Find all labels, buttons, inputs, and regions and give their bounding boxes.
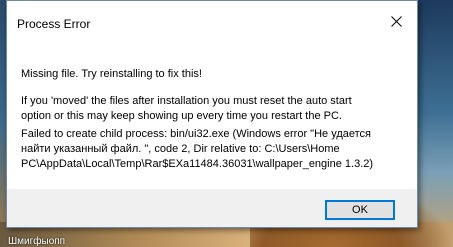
message-line: option or this may keep showing up every…	[21, 110, 342, 122]
message-missing-file: Missing file. Try reinstalling to fix th…	[21, 67, 202, 82]
close-button[interactable]	[379, 7, 413, 35]
message-line: Failed to create child process: bin/ui32…	[21, 128, 372, 140]
message-line: найти указанный файл. ", code 2, Dir rel…	[21, 143, 340, 155]
message-line: PC\AppData\Local\Temp\Rar$EXa11484.36031…	[21, 158, 374, 170]
dialog-titlebar[interactable]: Process Error	[7, 1, 417, 39]
ok-button[interactable]: OK	[325, 200, 395, 220]
dialog-title: Process Error	[17, 17, 91, 31]
message-process-failure: Failed to create child process: bin/ui32…	[21, 127, 373, 172]
close-icon	[390, 15, 402, 27]
message-line: Missing file. Try reinstalling to fix th…	[21, 68, 202, 80]
desktop-icon-label[interactable]: Шмигфыопп	[8, 236, 65, 247]
message-line: If you 'moved' the files after installat…	[21, 95, 352, 107]
dialog-footer: OK	[7, 189, 417, 227]
dialog-message-area: Missing file. Try reinstalling to fix th…	[7, 39, 417, 189]
message-moved-files: If you 'moved' the files after installat…	[21, 94, 352, 124]
process-error-dialog: Process Error Missing file. Try reinstal…	[6, 0, 418, 228]
